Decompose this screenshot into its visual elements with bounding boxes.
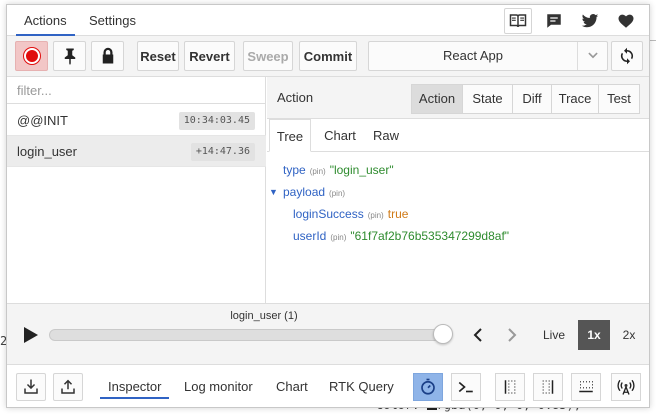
layout-left-button[interactable] — [495, 373, 525, 401]
tab-actions[interactable]: Actions — [16, 5, 75, 36]
commit-button[interactable]: Commit — [299, 41, 357, 71]
slider-thumb[interactable] — [433, 324, 453, 344]
broadcast-icon — [617, 379, 635, 395]
remote-button[interactable] — [611, 373, 641, 401]
export-icon — [61, 379, 75, 394]
tab-diff[interactable]: Diff — [512, 84, 552, 114]
action-tree: type (pin) "login_user" ▼ payload (pin) logi… — [267, 152, 649, 302]
tab-raw[interactable]: Raw — [369, 119, 403, 152]
slider-bar: login_user (1) Live 1x 2x — [7, 303, 649, 365]
export-button[interactable] — [53, 373, 83, 401]
next-icon[interactable] — [501, 325, 521, 345]
filter-input[interactable] — [17, 78, 257, 103]
layout-left-icon — [504, 380, 516, 394]
action-list-pane: @@INIT 10:34:03.45 login_user +14:47.36 — [7, 77, 266, 303]
tree-value: "61f7af2b76b535347299d8af" — [350, 229, 510, 243]
layout-bottom-button[interactable] — [571, 373, 601, 401]
inspector-title: Action — [277, 90, 314, 105]
sync-button[interactable] — [611, 41, 643, 71]
tree-key: loginSuccess — [293, 207, 364, 221]
timeline-slider[interactable] — [49, 329, 451, 341]
record-button[interactable] — [15, 41, 48, 71]
tab-chart-monitor[interactable]: Chart — [276, 365, 308, 407]
bottom-bar: Inspector Log monitor Chart RTK Query — [7, 365, 649, 407]
import-button[interactable] — [16, 373, 46, 401]
tree-row-login-success[interactable]: loginSuccess (pin) true — [293, 205, 408, 223]
action-list-item[interactable]: @@INIT 10:34:03.45 — [7, 105, 266, 136]
tab-inspector[interactable]: Inspector — [99, 365, 171, 407]
layout-bottom-icon — [579, 381, 593, 393]
terminal-button[interactable] — [451, 373, 481, 401]
tab-rtk-query[interactable]: RTK Query — [329, 365, 394, 407]
pin-link[interactable]: (pin) — [310, 167, 326, 176]
instance-label: React App — [443, 48, 503, 63]
book-icon[interactable] — [504, 8, 532, 34]
play-icon[interactable] — [21, 325, 41, 345]
tree-key: type — [283, 163, 306, 177]
tree-key: userId — [293, 229, 327, 243]
terminal-icon — [458, 381, 473, 393]
layout-right-icon — [542, 380, 554, 394]
tab-trace[interactable]: Trace — [551, 84, 599, 114]
record-icon — [23, 48, 40, 64]
action-list-item-selected[interactable]: login_user +14:47.36 — [7, 136, 266, 167]
action-timestamp: 10:34:03.45 — [178, 112, 255, 130]
dispatcher-button[interactable] — [413, 373, 443, 401]
slider-action-label: login_user (1) — [230, 310, 298, 322]
tree-key: payload — [283, 185, 326, 199]
tree-value: "login_user" — [329, 163, 394, 177]
tree-row-payload[interactable]: ▼ payload (pin) — [269, 183, 349, 201]
action-name: @@INIT — [17, 113, 68, 128]
tab-settings[interactable]: Settings — [81, 5, 144, 36]
import-icon — [24, 379, 38, 394]
action-timestamp: +14:47.36 — [190, 143, 255, 161]
tab-action[interactable]: Action — [411, 84, 463, 114]
lock-icon — [102, 47, 113, 64]
layout-right-button[interactable] — [533, 373, 563, 401]
inspector-pane: Action Action State Diff Trace Test Tree… — [267, 77, 649, 303]
chat-icon[interactable] — [540, 8, 568, 34]
pin-link[interactable]: (pin) — [330, 233, 346, 242]
expand-arrow-icon[interactable]: ▼ — [269, 183, 278, 201]
pin-icon — [64, 48, 75, 65]
tab-tree[interactable]: Tree — [269, 119, 311, 152]
toolbar: Reset Revert Sweep Commit React App — [7, 36, 649, 77]
devtools-window: Actions Settings Reset Revert Sweep Comm… — [6, 4, 650, 408]
twitter-icon[interactable] — [576, 8, 604, 34]
filter-field — [7, 77, 266, 104]
sync-icon — [620, 47, 634, 65]
top-tab-bar: Actions Settings — [7, 5, 649, 36]
lock-button[interactable] — [91, 41, 124, 71]
instance-selector[interactable]: React App — [368, 41, 608, 71]
timer-icon — [421, 378, 435, 395]
tab-log-monitor[interactable]: Log monitor — [184, 365, 253, 407]
speed-1x[interactable]: 1x — [578, 320, 610, 350]
action-name: login_user — [17, 144, 77, 159]
tree-value: true — [387, 207, 409, 221]
tree-row-user-id[interactable]: userId (pin) "61f7af2b76b535347299d8af" — [293, 227, 509, 245]
pin-button[interactable] — [53, 41, 86, 71]
revert-button[interactable]: Revert — [184, 41, 235, 71]
background-divider — [650, 40, 656, 41]
tab-test[interactable]: Test — [598, 84, 640, 114]
tab-state[interactable]: State — [462, 84, 513, 114]
tab-chart[interactable]: Chart — [317, 119, 363, 152]
view-tabs: Tree Chart Raw — [267, 119, 649, 152]
inspector-header: Action Action State Diff Trace Test — [267, 77, 649, 119]
sweep-button[interactable]: Sweep — [243, 41, 293, 71]
reset-button[interactable]: Reset — [137, 41, 179, 71]
pin-link[interactable]: (pin) — [368, 211, 384, 220]
heart-icon[interactable] — [612, 8, 640, 34]
previous-icon[interactable] — [469, 325, 489, 345]
chevron-down-icon[interactable] — [577, 42, 607, 70]
speed-2x[interactable]: 2x — [616, 320, 642, 350]
pin-link[interactable]: (pin) — [329, 189, 345, 198]
speed-live[interactable]: Live — [539, 320, 569, 350]
tree-row-type[interactable]: type (pin) "login_user" — [283, 161, 394, 179]
